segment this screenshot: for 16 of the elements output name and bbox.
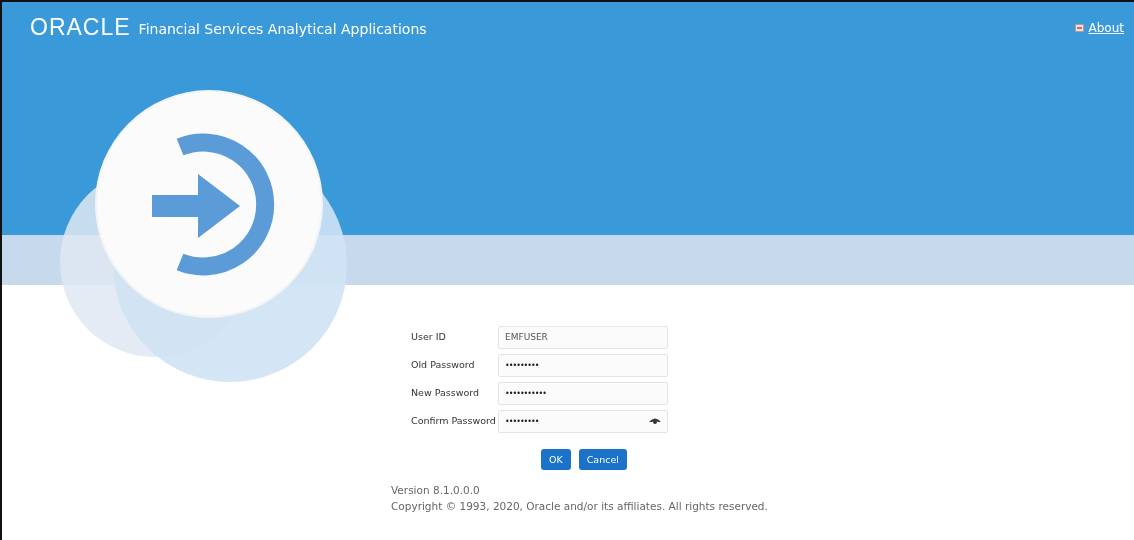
input-field[interactable]: EMFUSER bbox=[498, 325, 668, 349]
input-field[interactable]: ••••••••• bbox=[498, 354, 668, 377]
field-label: User ID bbox=[411, 331, 447, 342]
eye-icon[interactable] bbox=[649, 417, 661, 424]
field-label: Confirm Password bbox=[411, 415, 497, 426]
field-label: New Password bbox=[411, 387, 481, 398]
field-label: Old Password bbox=[411, 359, 476, 370]
action-button[interactable]: Cancel bbox=[578, 449, 627, 470]
app-title: Financial Services Analytical Applications bbox=[138, 20, 427, 37]
action-button[interactable]: OK bbox=[541, 449, 571, 470]
copyright-text: Copyright © 1993, 2020, Oracle and/or its affiliates. All rights reserved. bbox=[391, 499, 769, 514]
oracle-logo: ORACLE bbox=[30, 14, 131, 41]
input-field[interactable]: ••••••••• bbox=[498, 410, 668, 433]
info-icon bbox=[1074, 23, 1084, 32]
input-field[interactable]: ••••••••••• bbox=[498, 382, 668, 405]
version-text: Version 8.1.0.0.0 bbox=[391, 483, 481, 498]
